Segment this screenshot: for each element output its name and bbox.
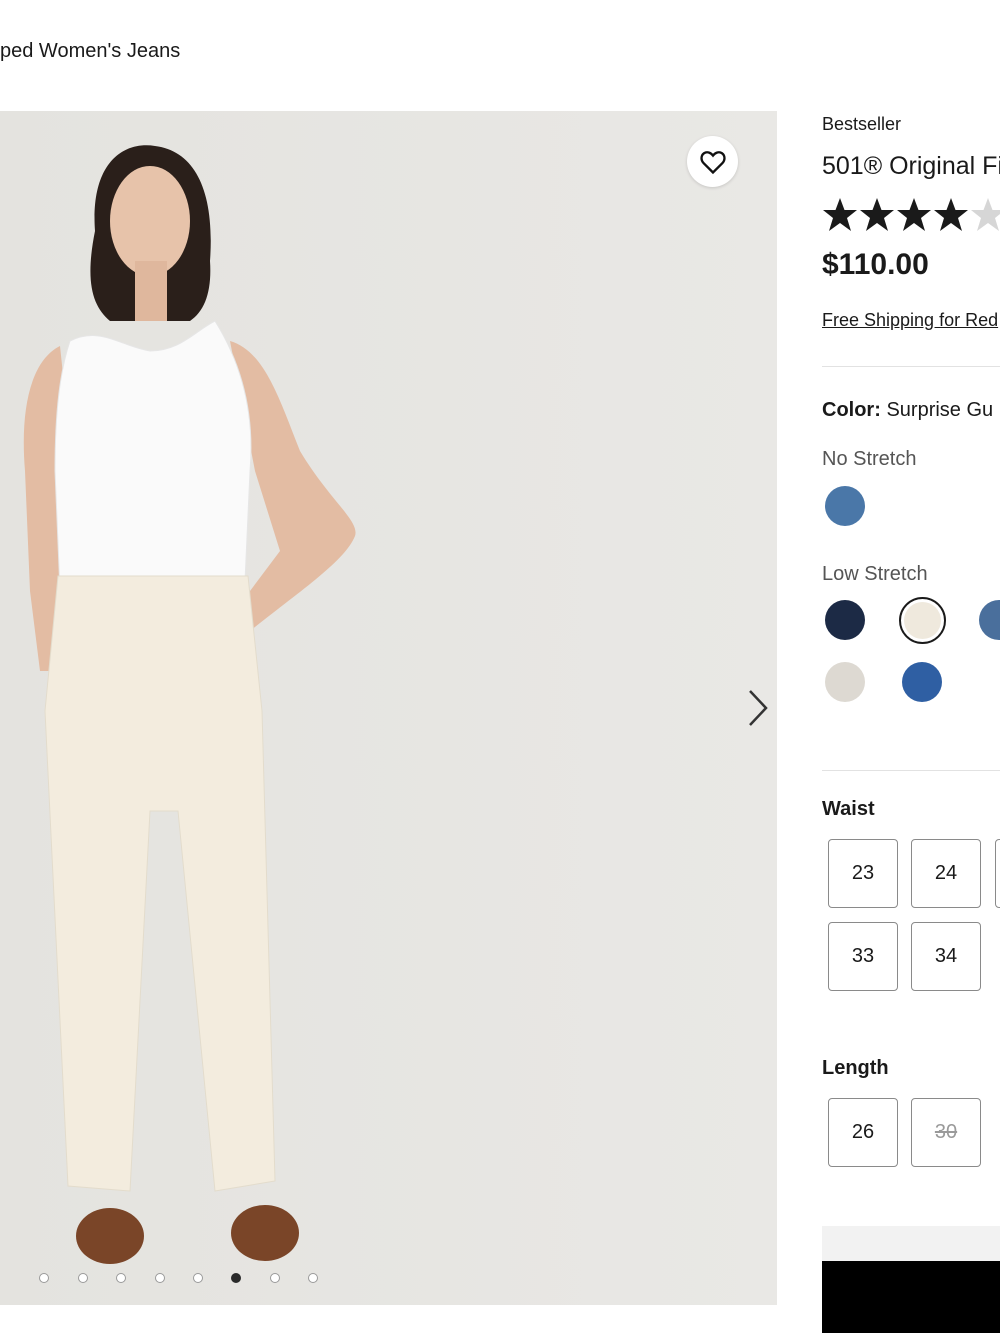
product-title: 501® Original Fit bbox=[822, 152, 1000, 180]
no-stretch-label: No Stretch bbox=[822, 448, 917, 470]
pagination-dot[interactable] bbox=[308, 1273, 318, 1283]
divider bbox=[822, 366, 1000, 367]
size-value: 30 bbox=[934, 1121, 958, 1143]
pagination-dot[interactable] bbox=[39, 1273, 49, 1283]
color-swatch[interactable] bbox=[902, 662, 942, 702]
cta-banner bbox=[822, 1226, 1000, 1262]
product-details-panel: Bestseller 501® Original Fit $110.00 Fre… bbox=[822, 0, 1000, 1333]
add-to-bag-button[interactable] bbox=[822, 1261, 1000, 1333]
pagination-dot[interactable] bbox=[193, 1273, 203, 1283]
chevron-right-icon[interactable] bbox=[744, 688, 772, 728]
heart-outline-icon bbox=[699, 150, 726, 174]
waist-size-button[interactable]: 23 bbox=[828, 839, 898, 908]
breadcrumb: ped Women's Jeans bbox=[0, 40, 180, 63]
pagination-dot[interactable] bbox=[116, 1273, 126, 1283]
favorite-button[interactable] bbox=[687, 136, 738, 187]
length-size-button[interactable]: 26 bbox=[828, 1098, 898, 1167]
color-swatch[interactable] bbox=[979, 600, 1000, 640]
color-swatch[interactable] bbox=[825, 662, 865, 702]
color-swatch[interactable] bbox=[825, 486, 865, 526]
free-shipping-link[interactable]: Free Shipping for Red bbox=[822, 310, 998, 331]
waist-size-button[interactable]: 24 bbox=[911, 839, 981, 908]
size-value: 33 bbox=[851, 945, 875, 967]
bestseller-badge: Bestseller bbox=[822, 114, 902, 134]
pagination-dot[interactable] bbox=[270, 1273, 280, 1283]
size-value: 34 bbox=[934, 945, 958, 967]
size-value: 23 bbox=[851, 862, 875, 884]
pagination-dot-active[interactable] bbox=[231, 1273, 241, 1283]
divider bbox=[822, 770, 1000, 771]
color-label: Color: bbox=[822, 399, 881, 421]
waist-size-button[interactable]: 33 bbox=[828, 922, 898, 991]
rating-stars[interactable] bbox=[822, 196, 1000, 241]
color-swatch-selected[interactable] bbox=[899, 597, 946, 644]
waist-label: Waist bbox=[822, 798, 875, 820]
size-value: 24 bbox=[934, 862, 958, 884]
product-price: $110.00 bbox=[822, 248, 929, 281]
color-swatch[interactable] bbox=[825, 600, 865, 640]
length-size-button-unavailable[interactable]: 30 bbox=[911, 1098, 981, 1167]
product-image bbox=[0, 111, 777, 1305]
low-stretch-label: Low Stretch bbox=[822, 563, 928, 585]
pagination-dot[interactable] bbox=[155, 1273, 165, 1283]
waist-size-button[interactable]: 34 bbox=[911, 922, 981, 991]
color-selection-label: Color: Surprise Gu bbox=[822, 399, 993, 422]
star-rating-icon bbox=[823, 198, 1000, 231]
product-image-gallery[interactable] bbox=[0, 111, 777, 1305]
color-value: Surprise Gu bbox=[886, 399, 994, 421]
length-label: Length bbox=[822, 1057, 889, 1079]
pagination-dot[interactable] bbox=[78, 1273, 88, 1283]
size-value: 26 bbox=[851, 1121, 875, 1143]
breadcrumb-title: ped Women's Jeans bbox=[0, 40, 181, 62]
waist-size-button[interactable] bbox=[995, 839, 1000, 908]
